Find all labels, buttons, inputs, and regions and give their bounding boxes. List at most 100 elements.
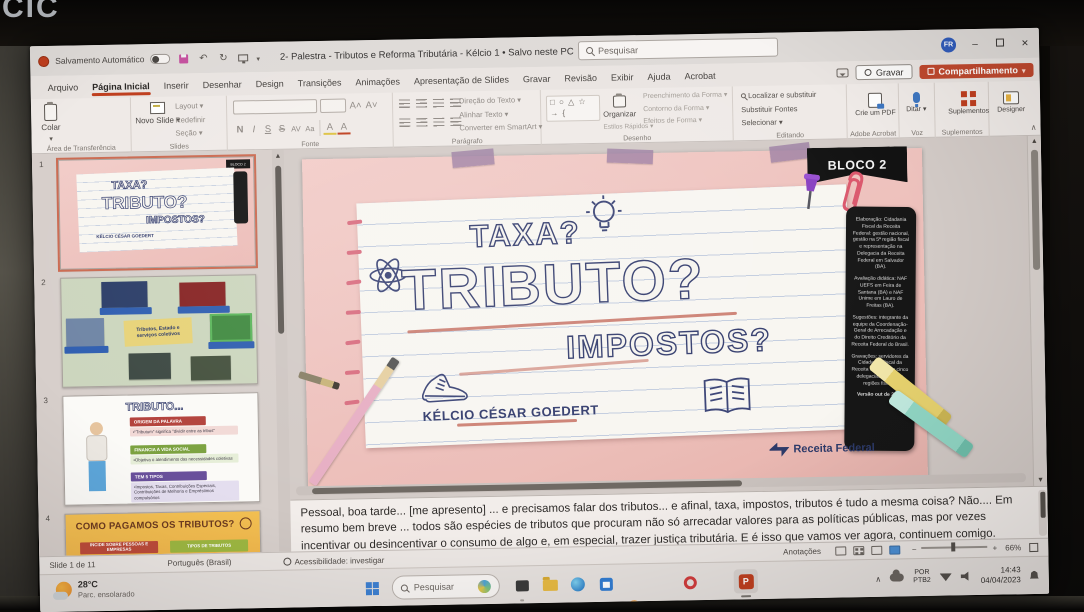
autosave-toggle[interactable] <box>150 54 170 64</box>
scroll-down-icon[interactable]: ▼ <box>1034 477 1047 484</box>
tab-apresentacao-de-slides[interactable]: Apresentação de Slides <box>407 71 516 89</box>
start-button[interactable] <box>360 576 384 600</box>
slide-thumbnail-3[interactable]: TRIBUTO... ORIGEM DA PALAVRA •"Tributum"… <box>62 392 260 506</box>
slide-thumbnail-4[interactable]: COMO PAGAMOS OS TRIBUTOS? INCIDE SOBRE P… <box>64 510 262 556</box>
fit-slide-button[interactable] <box>1029 543 1038 552</box>
slideshow-button[interactable] <box>889 545 900 554</box>
tab-gravar[interactable]: Gravar <box>516 70 558 87</box>
language-indicator[interactable]: PORPTB2 <box>913 568 931 585</box>
shape-fill-button[interactable]: Preenchimento da Forma ▾ <box>643 90 728 104</box>
opera-button[interactable] <box>678 570 702 594</box>
highlight-color-button[interactable]: A <box>323 121 336 134</box>
quick-access-more-icon[interactable] <box>256 48 260 66</box>
tab-transicoes[interactable]: Transições <box>291 74 349 91</box>
tab-ajuda[interactable]: Ajuda <box>640 68 677 85</box>
scroll-up-icon[interactable]: ▲ <box>272 153 284 160</box>
slide-thumbnail-1[interactable]: BLOCO 2 TAXA? TRIBUTO? IMPOSTOS? KÉLCIO … <box>58 156 256 270</box>
tab-design[interactable]: Design <box>249 75 291 92</box>
tab-desenhar[interactable]: Desenhar <box>196 76 249 93</box>
file-explorer-button[interactable] <box>538 573 562 597</box>
shape-effects-button[interactable]: Efeitos de Forma ▾ <box>643 115 728 129</box>
tab-acrobat[interactable]: Acrobat <box>677 67 722 84</box>
accessibility-button[interactable]: Acessibilidade: investigar <box>283 554 384 566</box>
paste-button[interactable]: Colar <box>41 99 61 143</box>
zoom-in-button[interactable]: + <box>992 544 997 553</box>
zoom-level[interactable]: 66% <box>1005 543 1021 552</box>
section-button[interactable]: Seção ▾ <box>175 126 205 140</box>
canvas-scrollbar-thumb[interactable] <box>1031 150 1040 270</box>
bullets-icon[interactable] <box>399 99 410 108</box>
select-button[interactable]: Selecionar ▾ <box>741 115 817 130</box>
change-case-button[interactable]: Aa <box>303 124 316 133</box>
reading-view-button[interactable] <box>871 546 882 555</box>
shrink-font-button[interactable]: A˅ <box>365 99 378 110</box>
new-slide-button[interactable]: Novo Slide ▾ <box>135 97 180 126</box>
font-size-box[interactable] <box>320 99 346 113</box>
redo-button[interactable] <box>216 51 230 65</box>
tab-arquivo[interactable]: Arquivo <box>41 79 86 96</box>
dictate-button[interactable]: Ditar ▾ <box>906 83 927 113</box>
onedrive-icon[interactable] <box>890 573 904 581</box>
panel-scrollbar-thumb[interactable] <box>275 166 284 334</box>
record-button[interactable]: Gravar <box>856 64 913 80</box>
font-color-button[interactable]: A <box>337 121 350 134</box>
edge-button[interactable] <box>566 572 590 596</box>
account-avatar[interactable]: FR <box>941 37 956 52</box>
zoom-slider[interactable] <box>922 545 988 548</box>
scroll-up-icon[interactable]: ▲ <box>1028 138 1041 145</box>
language-button[interactable]: Português (Brasil) <box>167 558 231 568</box>
find-replace-button[interactable]: Localizar e substituir <box>741 88 817 103</box>
notes-scrollbar-thumb[interactable] <box>1040 492 1045 518</box>
font-name-box[interactable] <box>233 99 317 115</box>
store-button[interactable] <box>594 572 618 596</box>
notes-scrollbar[interactable] <box>1038 490 1047 536</box>
clock[interactable]: 14:4304/04/2023 <box>981 565 1021 586</box>
slide-sorter-view-button[interactable] <box>853 546 864 555</box>
notifications-icon[interactable] <box>1030 570 1039 579</box>
align-center-icon[interactable] <box>416 118 427 127</box>
comments-icon[interactable] <box>837 68 849 77</box>
quick-styles-button[interactable]: Estilos Rápidos ▾ <box>603 122 653 131</box>
maximize-button[interactable] <box>994 38 1006 49</box>
zoom-out-button[interactable]: − <box>912 545 917 554</box>
save-button[interactable] <box>176 51 190 65</box>
designer-button[interactable]: Designer <box>997 81 1026 114</box>
tab-inserir[interactable]: Inserir <box>157 77 196 94</box>
present-from-start-button[interactable] <box>236 50 250 64</box>
tab-exibir[interactable]: Exibir <box>604 69 641 86</box>
bold-button[interactable]: N <box>233 124 246 135</box>
volume-icon[interactable] <box>961 571 972 581</box>
align-left-icon[interactable] <box>399 118 410 127</box>
search-box[interactable]: Pesquisar <box>578 38 778 61</box>
addins-button[interactable]: Suplementos <box>948 82 989 116</box>
replace-fonts-button[interactable]: Substituir Fontes <box>741 101 817 116</box>
underline-button[interactable]: S <box>261 123 274 134</box>
wifi-icon[interactable] <box>940 572 952 581</box>
tab-pagina-inicial[interactable]: Página Inicial <box>85 77 157 94</box>
collapse-ribbon-icon[interactable]: ∧ <box>1031 123 1037 132</box>
powerpoint-taskbar-button[interactable]: P <box>734 569 758 593</box>
strikethrough-button[interactable]: S <box>275 123 288 134</box>
tab-animacoes[interactable]: Animações <box>348 73 407 90</box>
weather-widget[interactable]: 28°C Parc. ensolarado <box>56 578 135 600</box>
shapes-gallery[interactable]: □ ○ △ ☆ → { <box>546 95 600 122</box>
notes-toggle-button[interactable]: Anotações <box>783 547 821 557</box>
taskbar-search[interactable]: Pesquisar <box>392 574 500 600</box>
minimize-button[interactable] <box>969 38 981 49</box>
grow-font-button[interactable]: A˄ <box>349 100 362 111</box>
tab-revisao[interactable]: Revisão <box>557 69 604 86</box>
undo-button[interactable] <box>196 51 210 65</box>
close-button[interactable] <box>1019 37 1031 48</box>
share-button[interactable]: Compartilhamento <box>919 62 1033 78</box>
italic-button[interactable]: I <box>247 124 260 135</box>
numbering-icon[interactable] <box>416 99 427 108</box>
smartart-button[interactable]: Converter em SmartArt ▾ <box>459 120 542 135</box>
align-right-icon[interactable] <box>433 118 444 127</box>
slide-thumbnail-2[interactable]: Tributos, Estado e serviços coletivos <box>60 274 258 388</box>
slide[interactable]: BLOCO 2 TAXA? <box>302 148 928 489</box>
reset-button[interactable]: Redefinir <box>175 113 205 127</box>
indent-decrease-icon[interactable] <box>433 99 444 108</box>
task-view-button[interactable] <box>510 573 534 597</box>
arrange-button[interactable]: Organizar <box>603 90 636 119</box>
normal-view-button[interactable] <box>835 546 846 555</box>
